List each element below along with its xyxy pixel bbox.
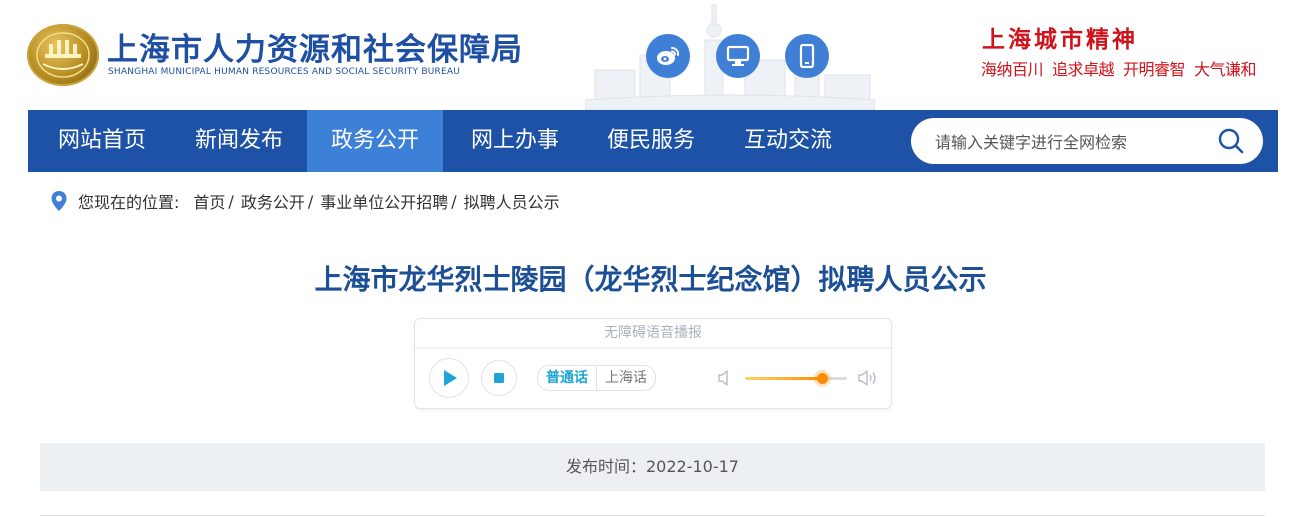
- search-input[interactable]: [933, 118, 1217, 166]
- city-spirit-phrase: 追求卓越: [1052, 60, 1115, 79]
- search-icon[interactable]: [1217, 127, 1245, 155]
- weibo-icon: [657, 46, 680, 65]
- volume-slider-knob[interactable]: [816, 373, 828, 384]
- desktop-link[interactable]: [716, 34, 760, 78]
- breadcrumb-item-government-affairs[interactable]: 政务公开: [241, 189, 305, 213]
- site-title[interactable]: 上海市人力资源和社会保障局: [107, 24, 523, 69]
- city-spirit-phrases: 海纳百川 追求卓越 开明睿智 大气谦和: [981, 56, 1257, 80]
- volume-slider[interactable]: [745, 373, 847, 384]
- city-spirit-title: 上海城市精神: [982, 26, 1138, 53]
- nav-item-home[interactable]: 网站首页: [28, 110, 176, 172]
- voice-broadcast-player: 无障碍语音播报 普通话 上海话: [414, 318, 892, 409]
- bureau-logo-emblem[interactable]: [27, 24, 99, 86]
- nav-item-government-affairs[interactable]: 政务公开: [307, 110, 443, 172]
- site-header: 上海市人力资源和社会保障局 SHANGHAI MUNICIPAL HUMAN R…: [0, 0, 1301, 110]
- breadcrumb-prefix: 您现在的位置:: [78, 193, 180, 212]
- breadcrumb-item-home[interactable]: 首页: [193, 189, 225, 213]
- breadcrumb-item-current[interactable]: 拟聘人员公示: [464, 189, 560, 213]
- breadcrumb-separator: /: [307, 191, 314, 211]
- main-nav: 网站首页 新闻发布 政务公开 网上办事 便民服务 互动交流: [28, 110, 1278, 172]
- mobile-link[interactable]: [785, 34, 829, 78]
- language-selector: 普通话 上海话: [537, 365, 656, 391]
- breadcrumb-item-recruitment[interactable]: 事业单位公开招聘: [320, 189, 448, 213]
- player-header: 无障碍语音播报: [415, 319, 891, 349]
- desktop-icon: [726, 45, 750, 66]
- content-divider: [40, 515, 1265, 516]
- nav-item-public-services[interactable]: 便民服务: [588, 110, 714, 172]
- play-icon: [444, 370, 457, 386]
- breadcrumb-separator: /: [228, 191, 234, 211]
- weibo-link[interactable]: [646, 34, 690, 78]
- search-box: [911, 118, 1263, 166]
- article-title: 上海市龙华烈士陵园（龙华烈士纪念馆）拟聘人员公示: [314, 263, 987, 296]
- play-button[interactable]: [429, 358, 469, 398]
- breadcrumb: 您现在的位置: 首页 / 政务公开 / 事业单位公开招聘 / 拟聘人员公示: [50, 189, 560, 213]
- nav-item-news[interactable]: 新闻发布: [176, 110, 302, 172]
- language-shanghainese[interactable]: 上海话: [596, 366, 655, 390]
- volume-slider-fill: [745, 377, 822, 380]
- nav-item-online-services[interactable]: 网上办事: [452, 110, 578, 172]
- stop-button[interactable]: [481, 360, 517, 396]
- volume-low-icon[interactable]: [717, 369, 733, 387]
- language-mandarin[interactable]: 普通话: [538, 366, 596, 390]
- city-spirit-phrase: 大气谦和: [1194, 60, 1257, 79]
- city-spirit-phrase: 海纳百川: [981, 60, 1044, 79]
- location-pin-icon: [51, 191, 67, 211]
- publish-time: 发布时间：2022-10-17: [40, 443, 1265, 491]
- mobile-icon: [799, 44, 815, 68]
- breadcrumb-separator: /: [451, 191, 457, 211]
- city-spirit-phrase: 开明睿智: [1123, 60, 1186, 79]
- volume-high-icon[interactable]: [857, 368, 879, 388]
- nav-item-interaction[interactable]: 互动交流: [725, 110, 851, 172]
- stop-icon: [494, 373, 504, 383]
- site-subtitle: SHANGHAI MUNICIPAL HUMAN RESOURCES AND S…: [108, 67, 461, 77]
